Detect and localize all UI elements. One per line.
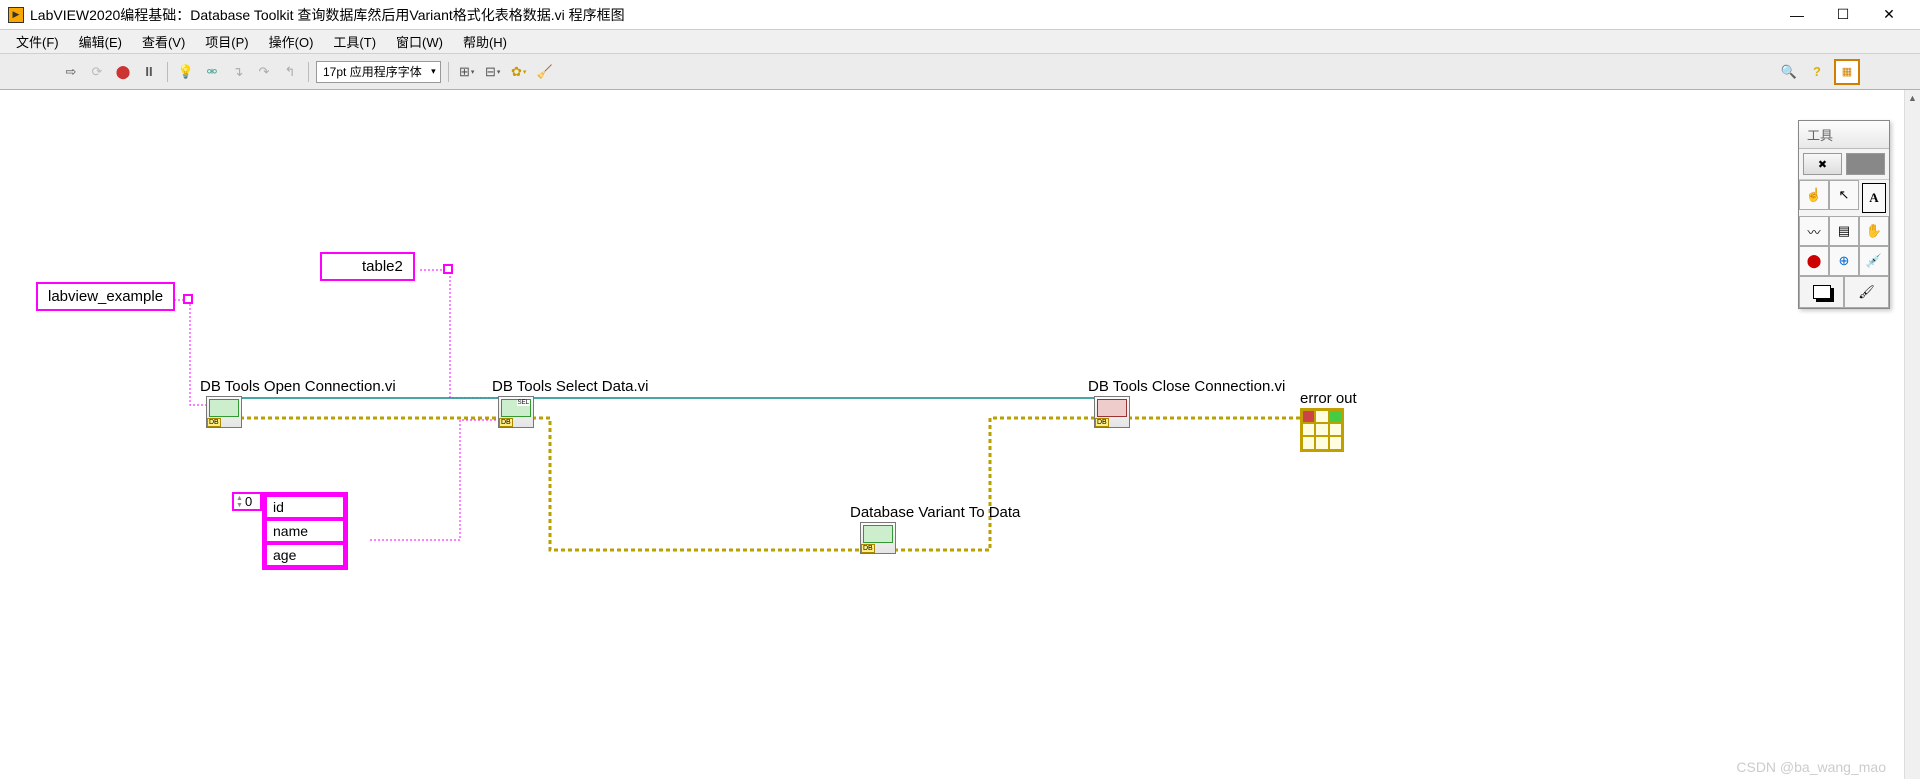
menu-edit[interactable]: 编辑(E) xyxy=(69,30,132,53)
operate-tool[interactable]: ☝ xyxy=(1799,180,1829,210)
distribute-button[interactable]: ⊟ xyxy=(482,61,504,83)
auto-tool-button[interactable]: ✖ xyxy=(1803,153,1842,175)
scroll-tool[interactable]: ✋ xyxy=(1859,216,1889,246)
reorder-button[interactable]: ✿ xyxy=(508,61,530,83)
step-over-button[interactable]: ↷ xyxy=(253,61,275,83)
array-item-0[interactable]: id xyxy=(265,495,345,519)
probe-tool[interactable]: ⊕ xyxy=(1829,246,1859,276)
error-out-indicator[interactable] xyxy=(1300,408,1344,452)
shortcut-menu-tool[interactable]: ▤ xyxy=(1829,216,1859,246)
menu-project[interactable]: 项目(P) xyxy=(195,30,258,53)
abort-button[interactable]: ⬤ xyxy=(112,61,134,83)
vi-icon[interactable]: ▦ xyxy=(1834,59,1860,85)
menu-tools[interactable]: 工具(T) xyxy=(323,30,386,53)
select-data-label: DB Tools Select Data.vi xyxy=(492,378,648,395)
run-button[interactable]: ⇨ xyxy=(60,61,82,83)
db-open-connection-node[interactable]: DB xyxy=(206,396,242,428)
variant-to-data-node[interactable]: DB xyxy=(860,522,896,554)
font-selector-label: 17pt 应用程序字体 xyxy=(323,63,422,80)
string-constant-dsn[interactable]: labview_example xyxy=(36,282,175,311)
color-copy-tool[interactable]: 💉 xyxy=(1859,246,1889,276)
step-out-button[interactable]: ↰ xyxy=(279,61,301,83)
pause-button[interactable]: II xyxy=(138,61,160,83)
menu-bar: 文件(F) 编辑(E) 查看(V) 项目(P) 操作(O) 工具(T) 窗口(W… xyxy=(0,30,1920,54)
text-tool[interactable]: A xyxy=(1862,183,1886,213)
array-item-1[interactable]: name xyxy=(265,519,345,543)
font-selector[interactable]: 17pt 应用程序字体 xyxy=(316,61,441,83)
close-button[interactable]: ✕ xyxy=(1866,1,1912,29)
menu-view[interactable]: 查看(V) xyxy=(132,30,195,53)
array-index[interactable]: ▲▼ 0 xyxy=(232,492,262,511)
array-constant-columns[interactable]: ▲▼ 0 id name age xyxy=(232,492,348,570)
color-tool-brush[interactable]: 🖌 xyxy=(1844,276,1889,308)
scrollbar-vertical[interactable]: ▲ xyxy=(1904,90,1920,779)
breakpoint-tool[interactable]: ⬤ xyxy=(1799,246,1829,276)
menu-help[interactable]: 帮助(H) xyxy=(453,30,517,53)
maximize-button[interactable]: ☐ xyxy=(1820,1,1866,29)
window-title: LabVIEW2020编程基础：Database Toolkit 查询数据库然后… xyxy=(30,5,1774,25)
dsn-terminal xyxy=(183,294,193,304)
highlight-exec-button[interactable]: 💡 xyxy=(175,61,197,83)
position-tool[interactable]: ↖ xyxy=(1829,180,1859,210)
help-button[interactable]: ? xyxy=(1806,61,1828,83)
string-constant-table[interactable]: table2 xyxy=(320,252,415,281)
close-conn-label: DB Tools Close Connection.vi xyxy=(1088,378,1285,395)
array-item-2[interactable]: age xyxy=(265,543,345,567)
tools-palette[interactable]: 工具 ✖ ☝ ↖ A 〰 ▤ ✋ ⬤ ⊕ 💉 🖌 xyxy=(1798,120,1890,309)
wiring-tool[interactable]: 〰 xyxy=(1799,216,1829,246)
watermark: CSDN @ba_wang_mao xyxy=(1736,759,1886,775)
menu-operate[interactable]: 操作(O) xyxy=(259,30,324,53)
step-into-button[interactable]: ↴ xyxy=(227,61,249,83)
db-select-data-node[interactable]: DB xyxy=(498,396,534,428)
title-bar: LabVIEW2020编程基础：Database Toolkit 查询数据库然后… xyxy=(0,0,1920,30)
run-continuous-button[interactable]: ⟳ xyxy=(86,61,108,83)
string-constant-table-text: table2 xyxy=(362,258,403,275)
search-button[interactable]: 🔍 xyxy=(1778,61,1800,83)
menu-window[interactable]: 窗口(W) xyxy=(386,30,453,53)
open-conn-label: DB Tools Open Connection.vi xyxy=(200,378,396,395)
color-tool-swatch[interactable] xyxy=(1799,276,1844,308)
string-constant-dsn-text: labview_example xyxy=(48,288,163,305)
error-out-label: error out xyxy=(1300,390,1357,407)
scroll-up-icon[interactable]: ▲ xyxy=(1905,90,1920,106)
wires-layer xyxy=(0,90,1904,779)
block-diagram-canvas[interactable]: labview_example table2 DB Tools Open Con… xyxy=(0,90,1904,779)
db-close-connection-node[interactable]: DB xyxy=(1094,396,1130,428)
align-button[interactable]: ⊞ xyxy=(456,61,478,83)
table-terminal xyxy=(443,264,453,274)
toolbar: ⇨ ⟳ ⬤ II 💡 ⚮ ↴ ↷ ↰ 17pt 应用程序字体 ⊞ ⊟ ✿ 🧹 🔍… xyxy=(0,54,1920,90)
menu-file[interactable]: 文件(F) xyxy=(6,30,69,53)
app-icon xyxy=(8,7,24,23)
retain-wire-button[interactable]: ⚮ xyxy=(201,61,223,83)
array-index-value: 0 xyxy=(245,494,252,509)
tools-palette-title: 工具 xyxy=(1799,121,1889,149)
auto-tool-indicator xyxy=(1846,153,1885,175)
cleanup-button[interactable]: 🧹 xyxy=(534,61,556,83)
variant-to-data-label: Database Variant To Data xyxy=(850,504,1020,521)
minimize-button[interactable]: — xyxy=(1774,1,1820,29)
